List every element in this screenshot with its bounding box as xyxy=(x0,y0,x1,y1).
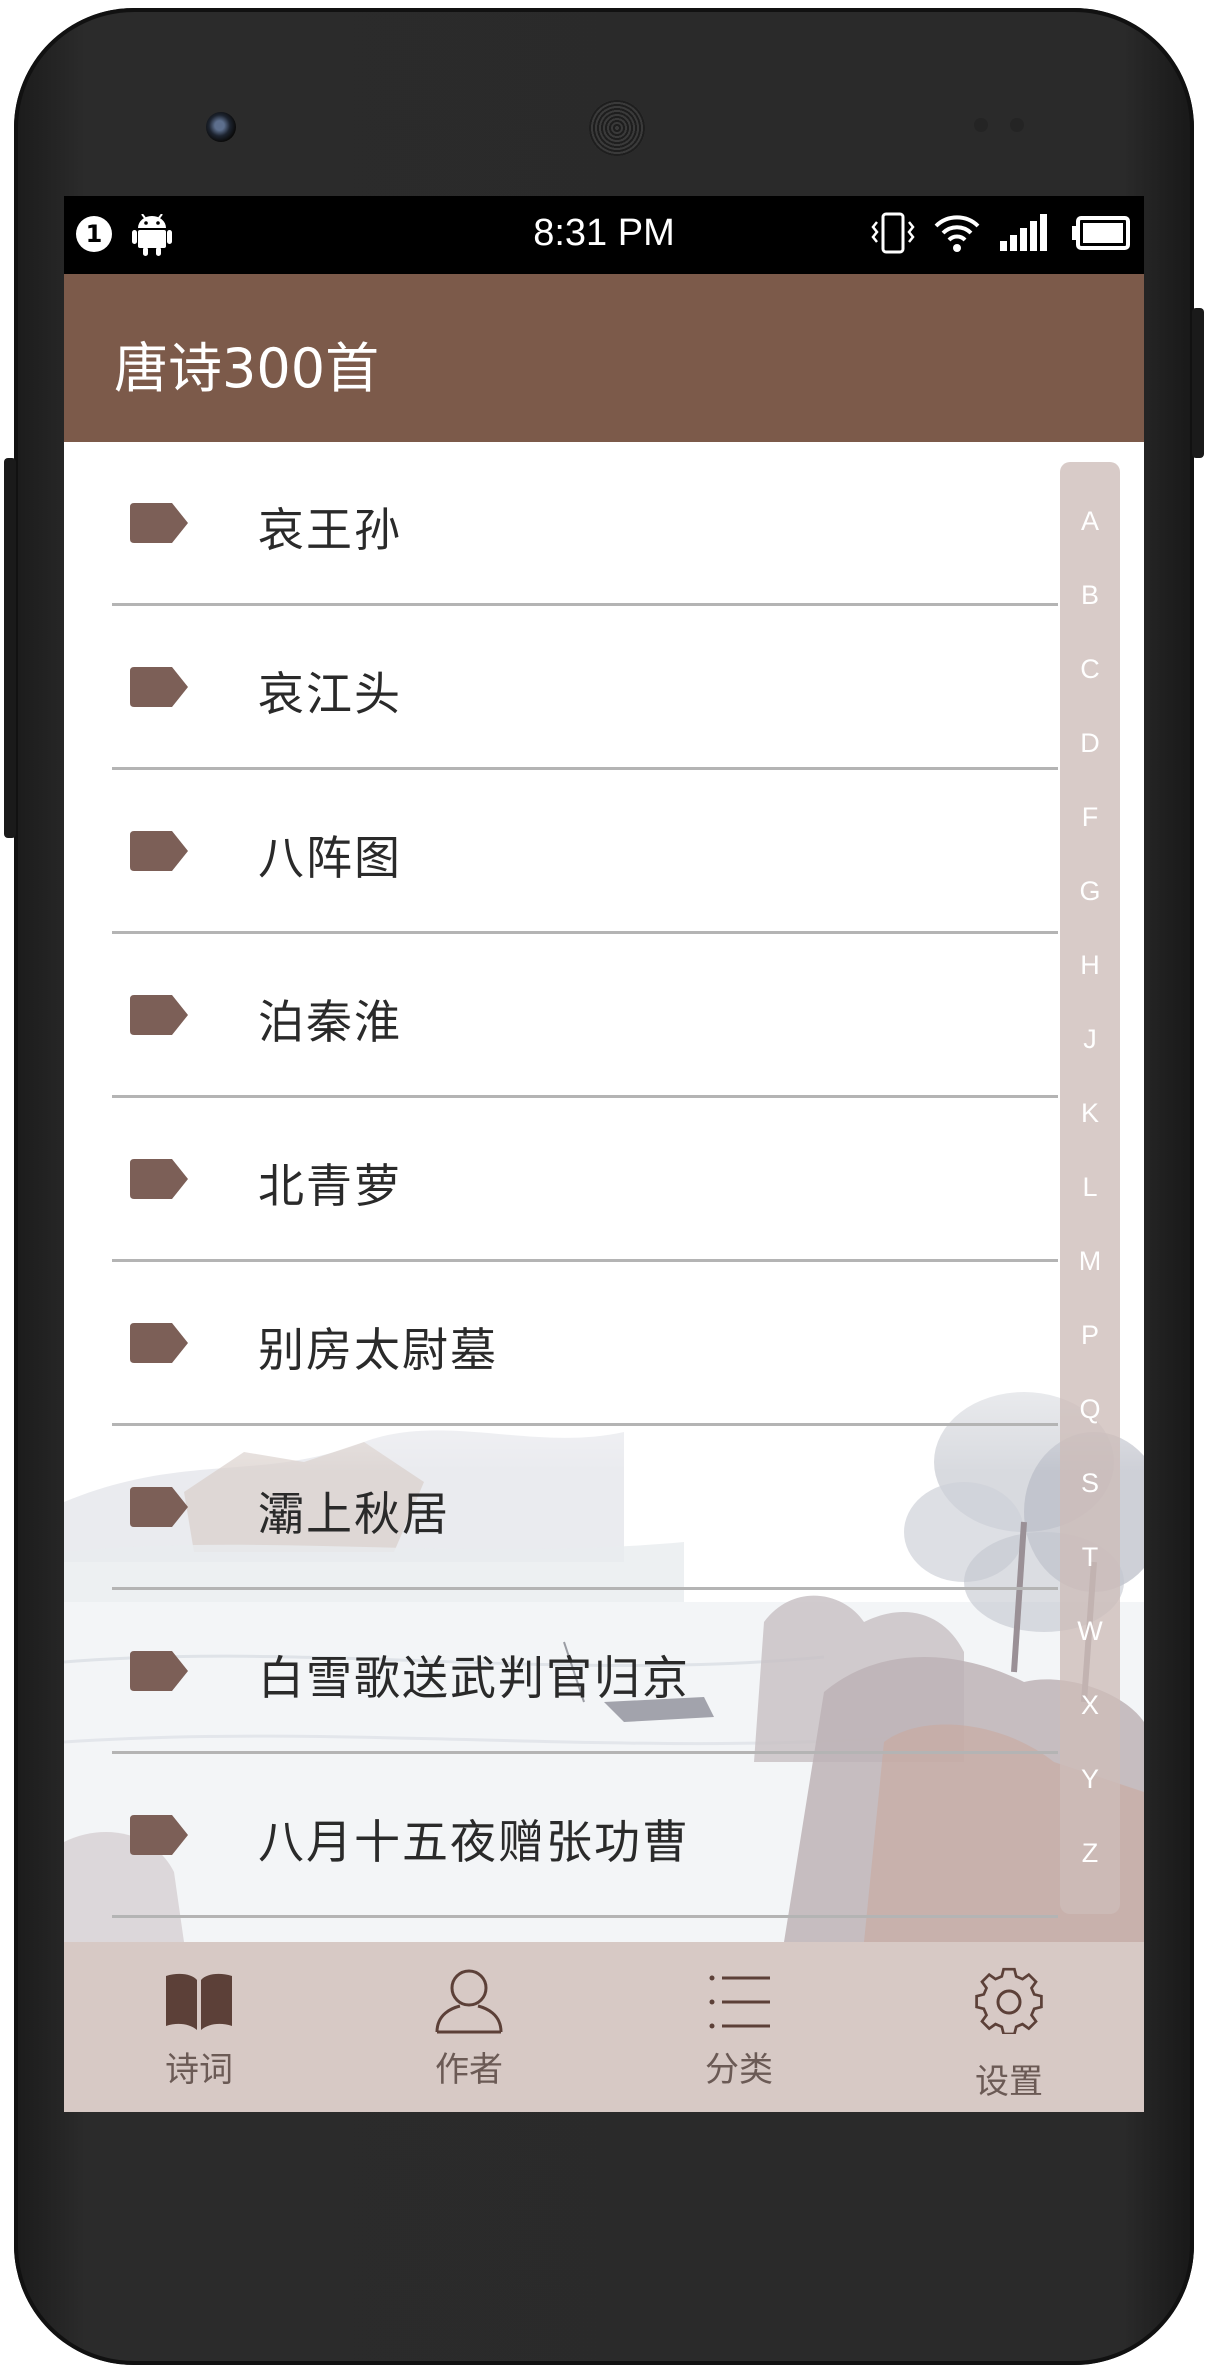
divider xyxy=(112,1915,1058,1918)
volume-button xyxy=(4,458,16,838)
index-letter-w[interactable]: W xyxy=(1060,1616,1120,1647)
nav-tab-categories[interactable]: 分类 xyxy=(604,1942,874,2112)
index-letter-g[interactable]: G xyxy=(1060,876,1120,907)
tag-icon xyxy=(130,503,188,543)
poem-title: 八月十五夜赠张功曹 xyxy=(258,1815,690,1869)
poem-title: 白雪歌送武判官归京 xyxy=(258,1651,690,1705)
app-bar: 唐诗300首 xyxy=(64,274,1144,442)
person-icon xyxy=(435,1969,503,2034)
front-camera xyxy=(206,112,236,142)
index-letter-f[interactable]: F xyxy=(1060,802,1120,833)
bottom-navigation: 诗词 作者 分类 设置 xyxy=(64,1942,1144,2112)
list-item[interactable]: 北青萝 xyxy=(64,1098,1144,1262)
index-letter-z[interactable]: Z xyxy=(1060,1838,1120,1869)
earpiece-speaker xyxy=(589,100,645,156)
index-letter-x[interactable]: X xyxy=(1060,1690,1120,1721)
tag-icon xyxy=(130,995,188,1035)
tag-icon xyxy=(130,1815,188,1855)
poem-title: 八阵图 xyxy=(258,831,402,885)
nav-label: 分类 xyxy=(705,2050,773,2090)
status-icons xyxy=(870,212,1130,254)
index-letter-k[interactable]: K xyxy=(1060,1098,1120,1129)
nav-tab-poems[interactable]: 诗词 xyxy=(64,1942,334,2112)
list-item[interactable]: 八阵图 xyxy=(64,770,1144,934)
alphabet-index-bar[interactable]: A B C D F G H J K L M P Q S T W X Y Z xyxy=(1060,462,1120,1914)
list-item[interactable]: 白雪歌送武判官归京 xyxy=(64,1590,1144,1754)
power-button xyxy=(1192,308,1204,458)
poem-title: 别房太尉墓 xyxy=(258,1323,498,1377)
app-title: 唐诗300首 xyxy=(114,337,380,400)
tag-icon xyxy=(130,1651,188,1691)
index-letter-d[interactable]: D xyxy=(1060,728,1120,759)
tag-icon xyxy=(130,1487,188,1527)
list-item[interactable]: 八月十五夜赠张功曹 xyxy=(64,1754,1144,1918)
index-letter-b[interactable]: B xyxy=(1060,580,1120,611)
index-letter-h[interactable]: H xyxy=(1060,950,1120,981)
nav-tab-settings[interactable]: 设置 xyxy=(874,1942,1144,2112)
proximity-sensor xyxy=(974,118,988,132)
index-letter-c[interactable]: C xyxy=(1060,654,1120,685)
poem-title: 灞上秋居 xyxy=(258,1487,450,1541)
poem-title: 泊秦淮 xyxy=(258,995,402,1049)
poem-title: 哀江头 xyxy=(258,667,402,721)
tag-icon xyxy=(130,1159,188,1199)
index-letter-t[interactable]: T xyxy=(1060,1542,1120,1573)
nav-label: 设置 xyxy=(975,2062,1043,2102)
tag-icon xyxy=(130,831,188,871)
gear-icon xyxy=(975,1967,1043,2034)
list-item[interactable]: 别房太尉墓 xyxy=(64,1262,1144,1426)
battery-icon xyxy=(1072,216,1130,250)
list-icon xyxy=(709,1975,770,2029)
index-letter-p[interactable]: P xyxy=(1060,1320,1120,1351)
signal-icon xyxy=(1000,214,1047,251)
index-letter-q[interactable]: Q xyxy=(1060,1394,1120,1425)
list-item[interactable]: 哀王孙 xyxy=(64,442,1144,606)
index-letter-j[interactable]: J xyxy=(1060,1024,1120,1055)
poem-list-container[interactable]: 哀王孙 哀江头 八阵图 泊秦淮 北青萝 别房太尉墓 灞上秋居 白雪歌送武判官归京… xyxy=(64,442,1144,1942)
vibrate-icon xyxy=(871,212,915,254)
tag-icon xyxy=(130,667,188,707)
book-icon xyxy=(166,1973,232,2030)
list-item[interactable]: 泊秦淮 xyxy=(64,934,1144,1098)
index-letter-y[interactable]: Y xyxy=(1060,1764,1120,1795)
wifi-icon xyxy=(934,215,980,252)
nav-label: 作者 xyxy=(435,2050,503,2090)
list-item[interactable]: 哀江头 xyxy=(64,606,1144,770)
list-item[interactable]: 灞上秋居 xyxy=(64,1426,1144,1590)
poem-list: 哀王孙 哀江头 八阵图 泊秦淮 北青萝 别房太尉墓 灞上秋居 白雪歌送武判官归京… xyxy=(64,442,1144,1918)
index-letter-a[interactable]: A xyxy=(1060,506,1120,537)
index-letter-l[interactable]: L xyxy=(1060,1172,1120,1203)
status-bar: 1 8:31 PM xyxy=(64,196,1144,274)
poem-title: 北青萝 xyxy=(258,1159,402,1213)
index-letter-s[interactable]: S xyxy=(1060,1468,1120,1499)
poem-title: 哀王孙 xyxy=(258,503,402,557)
screen: 1 8:31 PM 唐诗300首 哀王孙 哀江头 八阵图 泊秦淮 北青萝 别房太… xyxy=(64,196,1144,2112)
nav-label: 诗词 xyxy=(165,2050,233,2090)
nav-tab-authors[interactable]: 作者 xyxy=(334,1942,604,2112)
tag-icon xyxy=(130,1323,188,1363)
light-sensor xyxy=(1010,118,1024,132)
index-letter-m[interactable]: M xyxy=(1060,1246,1120,1277)
